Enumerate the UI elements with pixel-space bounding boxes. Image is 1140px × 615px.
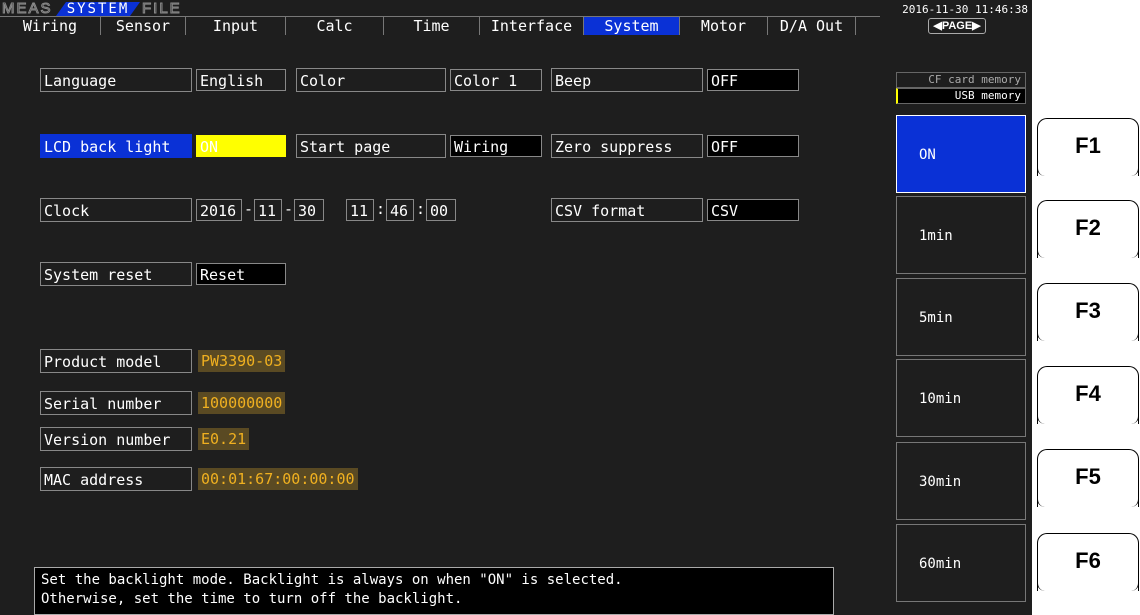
mac-address-label: MAC address: [40, 467, 192, 491]
backlight-value[interactable]: ON: [196, 135, 286, 157]
clock-separator: -: [244, 200, 254, 218]
color-value[interactable]: Color 1: [450, 69, 542, 91]
serial-number-label: Serial number: [40, 391, 192, 415]
start-page-label: Start page: [296, 134, 446, 158]
zero-suppress-label: Zero suppress: [551, 134, 703, 158]
clock-year[interactable]: 2016: [196, 199, 242, 221]
language-value[interactable]: English: [196, 69, 286, 91]
help-message-line: Set the backlight mode. Backlight is alw…: [41, 572, 623, 588]
clock-label: Clock: [40, 198, 192, 222]
version-number-label: Version number: [40, 427, 192, 451]
start-page-value[interactable]: Wiring: [450, 135, 542, 157]
mode-tab-file[interactable]: FILE: [142, 1, 262, 17]
help-message-line: Otherwise, set the time to turn off the …: [41, 591, 463, 607]
page-button[interactable]: ◀PAGE▶: [928, 18, 986, 34]
version-number-value: E0.21: [198, 428, 250, 450]
f6-button[interactable]: F6: [1037, 533, 1139, 591]
mode-tab-system[interactable]: SYSTEM: [56, 2, 140, 16]
clock-separator: :: [376, 200, 386, 218]
csv-format-label: CSV format: [551, 198, 703, 222]
language-label: Language: [40, 68, 192, 92]
tab-input[interactable]: Input: [186, 17, 286, 35]
tab-time[interactable]: Time: [384, 17, 480, 35]
csv-format-value[interactable]: CSV: [707, 199, 799, 221]
clock-month[interactable]: 11: [254, 199, 282, 221]
storage-option-cf[interactable]: CF card memory: [896, 72, 1026, 88]
help-message: Set the backlight mode. Backlight is alw…: [34, 567, 834, 615]
softkey-5min[interactable]: 5min: [896, 278, 1026, 356]
clock-separator: -: [284, 200, 294, 218]
tab-wiring[interactable]: Wiring: [0, 17, 101, 35]
mac-address-value: 00:01:67:00:00:00: [198, 468, 358, 490]
system-reset-button[interactable]: Reset: [196, 263, 286, 285]
tab-interface[interactable]: Interface: [480, 17, 584, 35]
clock-second[interactable]: 00: [426, 199, 456, 221]
system-reset-label: System reset: [40, 262, 192, 286]
header-datetime: 2016-11-30 11:46:38: [902, 3, 1028, 16]
f2-button[interactable]: F2: [1037, 200, 1139, 258]
softkey-60min[interactable]: 60min: [896, 524, 1026, 602]
product-model-value: PW3390-03: [198, 350, 286, 372]
color-label: Color: [296, 68, 446, 92]
tab-da-out[interactable]: D/A Out: [768, 17, 856, 35]
softkey-on[interactable]: ON: [896, 115, 1026, 193]
tab-sensor[interactable]: Sensor: [101, 17, 186, 35]
storage-selector[interactable]: CF card memory USB memory: [896, 72, 1026, 108]
clock-separator: :: [416, 200, 426, 218]
serial-number-value: 100000000: [198, 392, 286, 414]
f1-button[interactable]: F1: [1037, 118, 1139, 176]
instrument-screen: MEAS SYSTEM FILE 2016-11-30 11:46:38 Wir…: [0, 0, 1032, 615]
backlight-label: LCD back light: [40, 134, 192, 158]
beep-label: Beep: [551, 68, 703, 92]
zero-suppress-value[interactable]: OFF: [707, 135, 799, 157]
f5-button[interactable]: F5: [1037, 449, 1139, 507]
beep-value[interactable]: OFF: [707, 69, 799, 91]
clock-hour[interactable]: 11: [346, 199, 374, 221]
softkey-30min[interactable]: 30min: [896, 442, 1026, 520]
softkey-10min[interactable]: 10min: [896, 359, 1026, 437]
storage-option-usb[interactable]: USB memory: [896, 88, 1026, 104]
mode-tab-meas[interactable]: MEAS: [2, 1, 60, 17]
clock-day[interactable]: 30: [294, 199, 324, 221]
f3-button[interactable]: F3: [1037, 283, 1139, 341]
tab-calc[interactable]: Calc: [286, 17, 384, 35]
softkey-1min[interactable]: 1min: [896, 196, 1026, 274]
subtab-bar: Wiring Sensor Input Calc Time Interface …: [0, 16, 880, 35]
f4-button[interactable]: F4: [1037, 366, 1139, 424]
tab-system[interactable]: System: [584, 17, 680, 35]
clock-minute[interactable]: 46: [386, 199, 414, 221]
tab-motor[interactable]: Motor: [680, 17, 768, 35]
product-model-label: Product model: [40, 349, 192, 373]
